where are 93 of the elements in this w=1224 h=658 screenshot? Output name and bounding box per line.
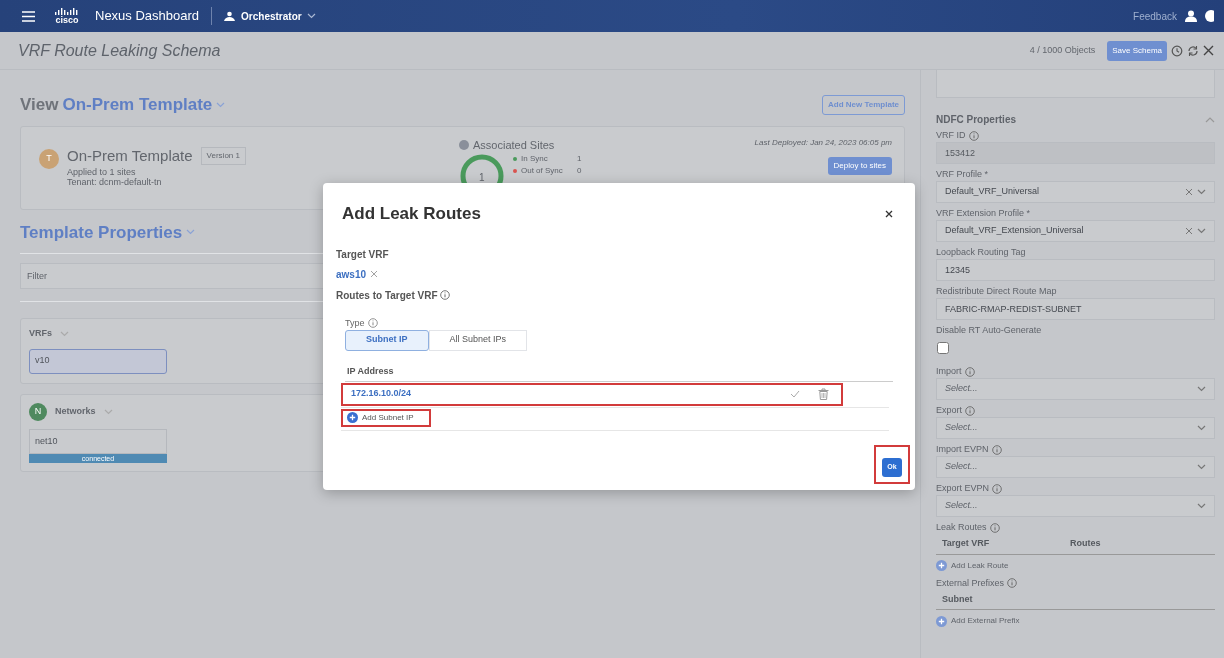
column-header: Target VRF bbox=[941, 537, 991, 550]
add-icon bbox=[347, 412, 358, 423]
legend-count: 0 bbox=[577, 165, 582, 177]
field-label: Import bbox=[936, 365, 962, 378]
trash-icon[interactable] bbox=[818, 388, 829, 400]
deploy-button[interactable]: Deploy to sites bbox=[827, 156, 892, 175]
template-selector[interactable]: On-Prem Template bbox=[62, 92, 213, 118]
item-tile[interactable]: v10 bbox=[29, 348, 167, 374]
history-icon[interactable] bbox=[1171, 44, 1183, 57]
last-deployed-text: Last Deployed: Jan 24, 2023 06:05 pm bbox=[754, 136, 892, 149]
section-title[interactable]: VRFs bbox=[29, 327, 52, 341]
associated-sites-title: Associated Sites bbox=[473, 137, 555, 153]
caret-icon[interactable] bbox=[1197, 228, 1206, 234]
checkbox[interactable] bbox=[937, 342, 949, 354]
info-icon bbox=[440, 290, 451, 300]
field-label: Leak Routes bbox=[936, 521, 987, 534]
check-icon[interactable] bbox=[790, 390, 800, 398]
select-field[interactable]: Select... bbox=[936, 417, 1215, 439]
save-button[interactable]: Save Schema bbox=[1107, 40, 1167, 61]
caret-icon[interactable] bbox=[1197, 189, 1206, 195]
user-icon[interactable] bbox=[1185, 10, 1197, 22]
select-field[interactable]: Select... bbox=[936, 495, 1215, 517]
field-label: Loopback Routing Tag bbox=[936, 246, 1026, 259]
logo-icon bbox=[55, 7, 79, 16]
select-field[interactable]: Select... bbox=[936, 456, 1215, 478]
avatar: T bbox=[39, 148, 59, 169]
column-header: Routes bbox=[1069, 537, 1102, 550]
field-label: Target VRF bbox=[336, 247, 390, 262]
field-label: Redistribute Direct Route Map bbox=[936, 285, 1057, 298]
feedback-link[interactable]: Feedback bbox=[1133, 8, 1177, 24]
close-icon[interactable] bbox=[885, 209, 893, 218]
orchestrator-icon bbox=[224, 11, 236, 21]
column-header: IP Address bbox=[346, 364, 395, 378]
selected-vrf: aws10 bbox=[336, 267, 367, 282]
segment-tab[interactable]: Subnet IP bbox=[345, 329, 429, 351]
legend-count: 1 bbox=[577, 153, 582, 165]
refresh-icon[interactable] bbox=[1187, 44, 1199, 57]
field-label: VRF Extension Profile * bbox=[936, 207, 1031, 220]
caret-icon[interactable] bbox=[1197, 464, 1206, 470]
segment-tab[interactable]: All Subnet IPs bbox=[428, 329, 528, 351]
remove-icon[interactable] bbox=[370, 270, 379, 278]
sites-count: 1 bbox=[479, 171, 485, 185]
add-subnet-button[interactable]: Add Subnet IP bbox=[341, 408, 431, 427]
add-link[interactable]: Add Leak Route bbox=[936, 558, 1009, 573]
legend-label: Out of Sync bbox=[521, 165, 564, 177]
caret-icon[interactable] bbox=[1197, 386, 1206, 392]
tenant-text: Tenant: dcnm-default-tn bbox=[67, 177, 163, 188]
field-label: Disable RT Auto-Generate bbox=[936, 324, 1042, 337]
dialog-title: Add Leak Routes bbox=[342, 203, 481, 225]
close-icon[interactable] bbox=[1203, 45, 1214, 56]
field-label: External Prefixes bbox=[936, 576, 1005, 590]
avatar: N bbox=[29, 403, 47, 421]
panel-title: NDFC Properties bbox=[936, 113, 1016, 127]
chevron-up-icon[interactable] bbox=[1205, 116, 1215, 123]
service-menu[interactable]: Orchestrator bbox=[241, 8, 302, 24]
legend-label: In Sync bbox=[521, 153, 549, 165]
app-title: Nexus Dashboard bbox=[95, 7, 200, 26]
clear-icon[interactable] bbox=[1185, 188, 1193, 196]
help-icon[interactable] bbox=[1205, 10, 1214, 22]
caret-icon[interactable] bbox=[306, 13, 316, 19]
menu-icon[interactable] bbox=[22, 10, 35, 22]
add-icon bbox=[936, 560, 947, 571]
ip-address: 172.16.10.0/24 bbox=[351, 387, 412, 401]
template-name: On-Prem Template bbox=[67, 145, 193, 166]
item-tile[interactable]: net10 bbox=[29, 429, 167, 454]
object-count: 4 / 1000 Objects bbox=[1029, 43, 1096, 57]
info-icon bbox=[367, 318, 378, 328]
view-label: View bbox=[20, 94, 59, 116]
section-title[interactable]: Template Properties bbox=[20, 219, 183, 245]
field-label: Routes to Target VRF bbox=[336, 288, 438, 303]
add-icon bbox=[936, 615, 947, 627]
select-field[interactable]: Select... bbox=[936, 378, 1215, 400]
select-field[interactable]: Default_VRF_Extension_Universal bbox=[936, 220, 1215, 242]
column-header: Subnet bbox=[941, 592, 974, 606]
input-field[interactable]: 12345 bbox=[936, 259, 1215, 281]
applied-text: Applied to 1 sites bbox=[67, 167, 137, 178]
caret-icon[interactable] bbox=[1197, 503, 1206, 509]
brand-name: cisco bbox=[55, 15, 79, 25]
section-title[interactable]: Networks bbox=[55, 405, 96, 419]
field-label: Export EVPN bbox=[936, 482, 990, 495]
version-tag: Version 1 bbox=[200, 146, 246, 165]
field-label: VRF Profile * bbox=[936, 168, 988, 181]
clear-icon[interactable] bbox=[1185, 227, 1193, 235]
field-label: VRF ID bbox=[936, 129, 966, 142]
page-title: VRF Route Leaking Schema bbox=[18, 40, 221, 61]
field-label: Type bbox=[345, 316, 365, 330]
field-label: Export bbox=[936, 404, 962, 417]
add-link[interactable]: Add External Prefix bbox=[936, 614, 1020, 628]
caret-icon[interactable] bbox=[1197, 425, 1206, 431]
sites-icon bbox=[459, 139, 469, 150]
field-label: Import EVPN bbox=[936, 443, 989, 456]
select-field[interactable]: Default_VRF_Universal bbox=[936, 181, 1215, 203]
input-field[interactable]: FABRIC-RMAP-REDIST-SUBNET bbox=[936, 298, 1215, 320]
